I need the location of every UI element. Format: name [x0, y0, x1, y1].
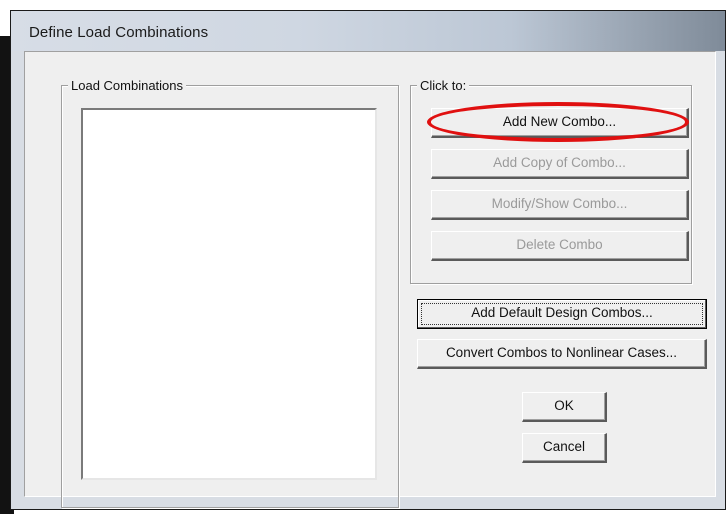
- add-default-design-combos-button[interactable]: Add Default Design Combos...: [417, 299, 707, 329]
- cancel-button[interactable]: Cancel: [522, 433, 607, 463]
- add-new-combo-button[interactable]: Add New Combo...: [431, 108, 689, 138]
- convert-combos-button[interactable]: Convert Combos to Nonlinear Cases...: [417, 339, 707, 369]
- delete-combo-button[interactable]: Delete Combo: [431, 231, 689, 261]
- dialog-client-area: Load Combinations Click to: Add New Comb…: [24, 51, 716, 508]
- click-to-label: Click to:: [417, 78, 470, 93]
- title-bar[interactable]: Define Load Combinations: [11, 11, 725, 51]
- window-title: Define Load Combinations: [29, 24, 209, 41]
- load-combinations-label: Load Combinations: [68, 78, 187, 93]
- add-default-design-combos-label: Add Default Design Combos...: [471, 305, 653, 320]
- add-copy-of-combo-button[interactable]: Add Copy of Combo...: [431, 149, 689, 179]
- dialog-window: Define Load Combinations Load Combinatio…: [10, 10, 726, 510]
- modify-show-combo-button[interactable]: Modify/Show Combo...: [431, 190, 689, 220]
- ok-button[interactable]: OK: [522, 392, 607, 422]
- load-combinations-list[interactable]: [81, 108, 377, 480]
